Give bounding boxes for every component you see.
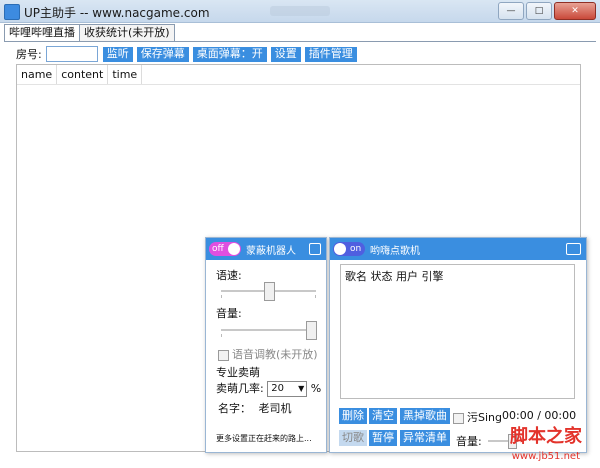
robot-name-value[interactable]: 老司机 bbox=[259, 402, 292, 415]
robot-panel-header: off 蒙蔽机器人 bbox=[206, 238, 326, 260]
save-danmaku-button[interactable]: 保存弹幕 bbox=[136, 46, 189, 62]
maximize-button[interactable]: □ bbox=[526, 2, 552, 20]
plugin-manager-button[interactable]: 插件管理 bbox=[304, 46, 357, 62]
tab-strip: 哔哩哔哩直播 收获统计(未开放) bbox=[4, 24, 175, 42]
playback-time: 00:00 / 00:00 bbox=[502, 409, 577, 422]
site-watermark-url: www.jb51.net bbox=[511, 451, 580, 462]
window-controls: — □ ✕ bbox=[498, 2, 596, 20]
music-panel-title: 哟嗨点歌机 bbox=[370, 246, 420, 257]
toolbar: 房号: 监听 保存弹幕 桌面弹幕：开 设置 插件管理 bbox=[16, 46, 361, 62]
window-title: UP主助手 -- www.nacgame.com bbox=[24, 6, 210, 20]
music-panel-minimize-icon[interactable] bbox=[566, 243, 581, 255]
robot-panel-title: 蒙蔽机器人 bbox=[246, 246, 296, 257]
cute-rate-unit: % bbox=[310, 382, 322, 395]
sing-checkbox[interactable] bbox=[453, 412, 464, 424]
speed-slider[interactable] bbox=[221, 282, 316, 301]
robot-name-row: 名字： 老司机 bbox=[218, 400, 292, 416]
music-toggle-knob bbox=[334, 243, 346, 255]
title-bar: UP主助手 -- www.nacgame.com — □ ✕ bbox=[0, 0, 600, 23]
clear-list-button[interactable]: 清空 bbox=[369, 408, 397, 424]
close-button[interactable]: ✕ bbox=[554, 2, 596, 20]
column-name[interactable]: name bbox=[17, 65, 58, 84]
speed-slider-thumb[interactable] bbox=[264, 282, 275, 301]
settings-button[interactable]: 设置 bbox=[270, 46, 301, 62]
cute-section-label: 专业卖萌 bbox=[216, 366, 260, 379]
cute-rate-label: 卖萌几率: bbox=[216, 382, 264, 395]
song-list-header: 歌名 状态 用户 引擎 bbox=[345, 270, 444, 283]
volume-slider[interactable] bbox=[221, 321, 317, 340]
voice-tune-row[interactable]: 语音调教(未开放) bbox=[218, 346, 318, 362]
column-content[interactable]: content bbox=[57, 65, 109, 84]
song-list[interactable]: 歌名 状态 用户 引擎 bbox=[340, 264, 575, 399]
blurred-title-area bbox=[270, 6, 330, 16]
robot-panel-minimize-icon[interactable] bbox=[309, 243, 321, 255]
cute-rate-select[interactable]: 20 ▼ bbox=[267, 381, 308, 397]
minimize-button[interactable]: — bbox=[498, 2, 524, 20]
site-watermark: 脚本之家 bbox=[510, 426, 582, 447]
voice-tune-label: 语音调教(未开放) bbox=[232, 348, 318, 361]
delete-song-button[interactable]: 删除 bbox=[339, 408, 367, 424]
blacklist-song-button[interactable]: 黑掉歌曲 bbox=[400, 408, 450, 424]
sing-label: 污Sing bbox=[467, 411, 502, 424]
music-toggle[interactable]: on bbox=[333, 242, 365, 256]
pause-button[interactable]: 暂停 bbox=[369, 430, 397, 446]
volume-slider-ticks bbox=[221, 334, 316, 337]
room-input[interactable] bbox=[45, 46, 98, 62]
volume-label: 音量: bbox=[216, 307, 242, 320]
tab-harvest-stats[interactable]: 收获统计(未开放) bbox=[79, 24, 175, 41]
robot-footer: 更多设置正在赶来的路上... bbox=[216, 434, 312, 443]
error-list-button[interactable]: 异常清单 bbox=[400, 430, 450, 446]
room-label: 房号: bbox=[16, 48, 42, 61]
chevron-down-icon: ▼ bbox=[298, 384, 305, 393]
music-toggle-label: on bbox=[350, 244, 362, 254]
voice-tune-checkbox[interactable] bbox=[218, 349, 229, 361]
volume-slider-thumb[interactable] bbox=[306, 321, 317, 340]
cute-rate-value: 20 bbox=[271, 383, 284, 394]
robot-toggle[interactable]: off bbox=[209, 242, 241, 256]
robot-toggle-knob bbox=[228, 243, 240, 255]
robot-panel: off 蒙蔽机器人 语速: 音量: 语音调教(未开放) 专业卖萌 卖萌几率: 2… bbox=[205, 237, 327, 453]
music-panel: on 哟嗨点歌机 歌名 状态 用户 引擎 删除 清空 黑掉歌曲 污Sing 00… bbox=[329, 237, 587, 453]
table-header: name content time bbox=[17, 65, 580, 85]
sing-option-row[interactable]: 污Sing bbox=[453, 409, 502, 425]
tab-bilibili-live[interactable]: 哔哩哔哩直播 bbox=[4, 24, 80, 42]
column-time[interactable]: time bbox=[108, 65, 143, 84]
robot-name-label: 名字： bbox=[218, 402, 251, 415]
skip-song-button[interactable]: 切歌 bbox=[339, 430, 367, 446]
music-volume-label: 音量: bbox=[456, 435, 482, 448]
music-panel-header: on 哟嗨点歌机 bbox=[330, 238, 586, 260]
app-icon bbox=[4, 4, 20, 20]
robot-toggle-label: off bbox=[212, 244, 224, 254]
desktop-danmaku-button[interactable]: 桌面弹幕：开 bbox=[192, 46, 267, 62]
cute-rate-row: 卖萌几率: 20 ▼ % bbox=[216, 380, 321, 397]
tab-divider bbox=[4, 41, 596, 42]
speed-label: 语速: bbox=[216, 269, 242, 282]
listen-button[interactable]: 监听 bbox=[102, 46, 133, 62]
